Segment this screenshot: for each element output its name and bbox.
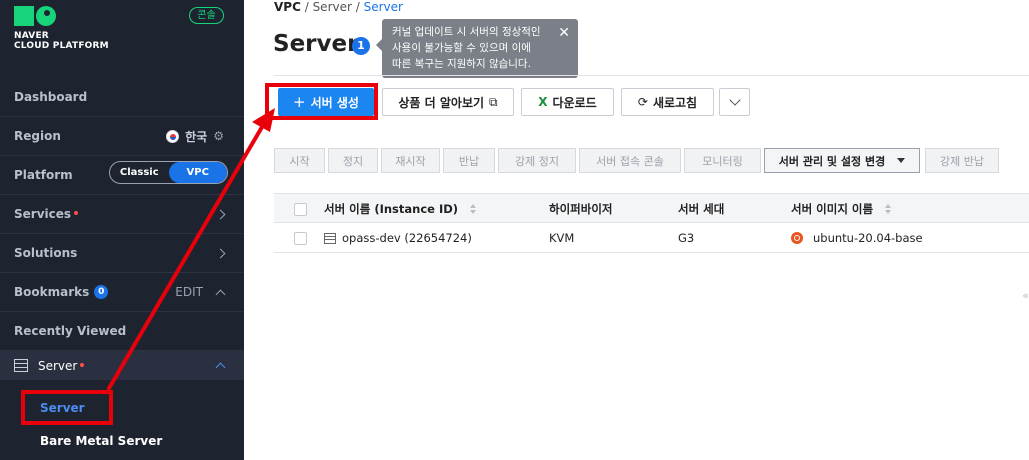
refresh-button[interactable]: ⟳ 새로고침 bbox=[621, 88, 714, 116]
column-header-hypervisor: 하이퍼바이저 bbox=[549, 194, 612, 224]
sidebar-item-platform: Platform Classic VPC bbox=[0, 156, 244, 195]
tooltip-line: 따른 복구는 지원하지 않습니다. bbox=[392, 58, 531, 70]
column-header-label: 하이퍼바이저 bbox=[549, 202, 613, 216]
server-icon bbox=[14, 359, 28, 372]
platform-option-classic[interactable]: Classic bbox=[110, 162, 169, 183]
close-icon[interactable]: ✕ bbox=[558, 25, 570, 41]
learn-more-button[interactable]: 상품 더 알아보기 ⧉ bbox=[382, 88, 514, 116]
force-stop-button[interactable]: 강제 정지 bbox=[498, 148, 576, 173]
force-return-button[interactable]: 강제 반납 bbox=[925, 148, 999, 173]
divider bbox=[274, 75, 1029, 76]
excel-icon: X bbox=[538, 95, 548, 109]
breadcrumb-current: Server bbox=[363, 0, 403, 14]
bookmarks-edit-link[interactable]: EDIT bbox=[175, 285, 203, 299]
main-content: VPC / Server / Server Server 1 커널 업데이트 시… bbox=[244, 0, 1029, 460]
chevron-right-icon bbox=[215, 248, 226, 258]
console-badge[interactable]: 콘솔 bbox=[189, 7, 224, 24]
restart-button[interactable]: 재시작 bbox=[381, 148, 440, 173]
caret-down-icon bbox=[897, 158, 906, 163]
monitoring-button[interactable]: 모니터링 bbox=[684, 148, 761, 173]
download-button[interactable]: X 다운로드 bbox=[521, 88, 614, 116]
notice-tooltip: 커널 업데이트 시 서버의 정상적인 사용이 불가능할 수 있으며 이에 따른 … bbox=[376, 19, 578, 78]
button-label: 다운로드 bbox=[552, 95, 597, 110]
logo-text-line1: NAVER bbox=[14, 31, 49, 41]
bookmark-count-badge: 0 bbox=[94, 285, 109, 299]
sidebar-item-region[interactable]: Region 한국 ⚙ bbox=[0, 117, 244, 156]
external-link-icon: ⧉ bbox=[489, 94, 498, 109]
column-header-image[interactable]: 서버 이미지 이름 bbox=[791, 194, 892, 224]
server-console-button[interactable]: 서버 접속 콘솔 bbox=[579, 148, 681, 173]
tooltip-line: 커널 업데이트 시 서버의 정상적인 bbox=[392, 26, 541, 38]
sidebar-item-dashboard[interactable]: Dashboard bbox=[0, 78, 244, 117]
more-dropdown-button[interactable] bbox=[719, 88, 750, 116]
sidebar-subitem-bare-metal-server[interactable]: Bare Metal Server bbox=[40, 434, 162, 448]
row-checkbox[interactable] bbox=[294, 231, 307, 245]
sidebar-item-label: Bookmarks bbox=[14, 285, 90, 299]
tooltip-line: 사용이 불가능할 수 있으며 이에 bbox=[392, 42, 531, 54]
refresh-icon: ⟳ bbox=[637, 95, 648, 109]
logo-text-line2: CLOUD PLATFORM bbox=[14, 41, 109, 51]
select-all-checkbox[interactable] bbox=[294, 202, 307, 216]
server-manage-dropdown[interactable]: 서버 관리 및 설정 변경 bbox=[764, 148, 920, 173]
platform-option-vpc[interactable]: VPC bbox=[168, 162, 227, 183]
sidebar-item-services[interactable]: Services bbox=[0, 195, 244, 234]
breadcrumb-root[interactable]: VPC bbox=[274, 0, 301, 14]
new-dot-icon bbox=[80, 362, 85, 367]
table-row[interactable]: opass-dev (22654724) KVM G3 ubuntu-20.04… bbox=[274, 223, 1029, 253]
chevron-right-icon bbox=[215, 209, 226, 219]
stop-button[interactable]: 정지 bbox=[328, 148, 378, 173]
image-value: ubuntu-20.04-base bbox=[813, 231, 923, 245]
sort-icon[interactable] bbox=[470, 204, 477, 214]
panel-collapse-icon[interactable]: « bbox=[1022, 289, 1029, 302]
server-name[interactable]: opass-dev (22654724) bbox=[342, 231, 472, 245]
logo-mark-icon bbox=[14, 6, 109, 26]
sidebar-item-label: Region bbox=[14, 129, 61, 143]
server-table: 서버 이름 (Instance ID) 하이퍼바이저 서버 세대 서버 이미지 … bbox=[274, 193, 1029, 253]
gear-icon[interactable]: ⚙ bbox=[213, 129, 224, 143]
korea-flag-icon bbox=[166, 129, 180, 143]
chevron-up-icon[interactable] bbox=[215, 289, 226, 299]
column-header-generation: 서버 세대 bbox=[678, 194, 724, 224]
generation-value: G3 bbox=[678, 231, 695, 245]
sidebar-item-label: Platform bbox=[14, 168, 73, 182]
button-label: 상품 더 알아보기 bbox=[398, 95, 485, 110]
column-header-label: 서버 세대 bbox=[678, 202, 725, 216]
column-header-name[interactable]: 서버 이름 (Instance ID) bbox=[324, 194, 477, 224]
sidebar-item-label: Services bbox=[14, 207, 72, 221]
breadcrumb-mid[interactable]: Server bbox=[313, 0, 352, 14]
highlight-box-sidebar-server bbox=[21, 390, 113, 425]
sort-icon[interactable] bbox=[885, 204, 892, 214]
button-label: 새로고침 bbox=[652, 95, 698, 110]
platform-toggle[interactable]: Classic VPC bbox=[109, 161, 228, 184]
chevron-up-icon[interactable] bbox=[215, 362, 226, 373]
naver-cloud-logo[interactable]: NAVER CLOUD PLATFORM bbox=[14, 6, 109, 51]
hypervisor-value: KVM bbox=[549, 231, 575, 245]
sidebar-item-recently-viewed[interactable]: Recently Viewed bbox=[0, 312, 244, 351]
new-dot-icon bbox=[74, 211, 79, 215]
sidebar-item-solutions[interactable]: Solutions bbox=[0, 234, 244, 273]
start-button[interactable]: 시작 bbox=[274, 148, 325, 173]
highlight-box-create-button bbox=[265, 83, 378, 120]
server-icon bbox=[324, 232, 336, 244]
region-value: 한국 bbox=[185, 129, 208, 144]
table-header: 서버 이름 (Instance ID) 하이퍼바이저 서버 세대 서버 이미지 … bbox=[274, 193, 1029, 223]
column-header-label: 서버 이미지 이름 bbox=[791, 202, 874, 216]
column-header-label: 서버 이름 (Instance ID) bbox=[324, 202, 459, 216]
sidebar-item-label: Dashboard bbox=[14, 90, 88, 104]
sidebar-item-label: Solutions bbox=[14, 246, 78, 260]
sidebar-group-label: Server bbox=[38, 358, 78, 373]
sidebar-group-server[interactable]: Server bbox=[0, 351, 244, 380]
sidebar-item-label: Recently Viewed bbox=[14, 324, 127, 338]
return-button[interactable]: 반납 bbox=[443, 148, 495, 173]
sidebar-item-bookmarks[interactable]: Bookmarks 0 EDIT bbox=[0, 273, 244, 312]
ubuntu-icon bbox=[791, 232, 803, 244]
info-count-badge[interactable]: 1 bbox=[352, 37, 370, 55]
button-label: 서버 관리 및 설정 변경 bbox=[778, 154, 886, 168]
breadcrumb: VPC / Server / Server bbox=[274, 0, 403, 14]
chevron-down-icon bbox=[728, 94, 741, 106]
page-title: Server bbox=[273, 31, 359, 57]
